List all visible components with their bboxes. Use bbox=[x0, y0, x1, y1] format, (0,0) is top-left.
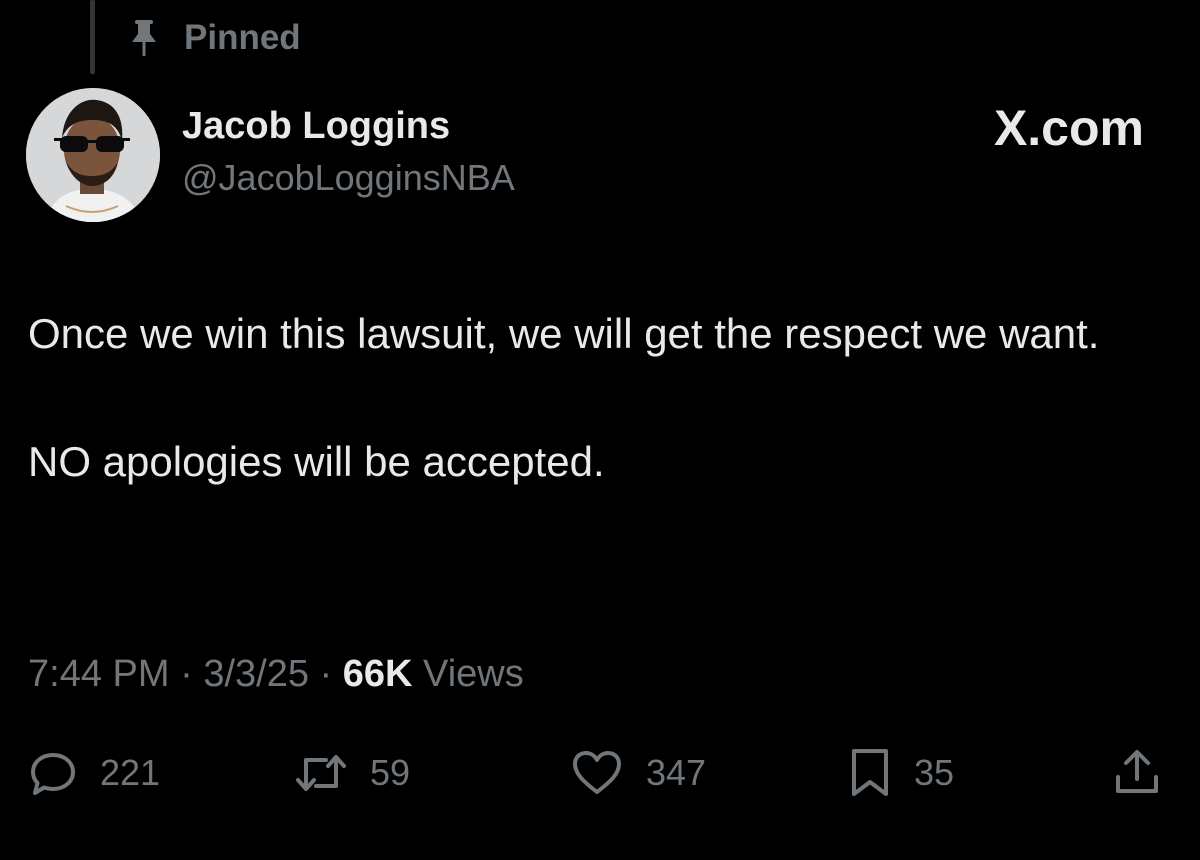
meta-separator: · bbox=[180, 653, 193, 695]
avatar[interactable] bbox=[26, 88, 160, 222]
tweet-metadata: 7:44 PM · 3/3/25 · 66K Views bbox=[28, 648, 524, 700]
reply-icon bbox=[28, 748, 78, 798]
tweet-text: Once we win this lawsuit, we will get th… bbox=[28, 302, 1168, 494]
pinned-label: Pinned bbox=[184, 18, 301, 57]
pin-icon bbox=[130, 20, 158, 56]
bookmark-count: 35 bbox=[914, 752, 955, 793]
meta-separator: · bbox=[319, 653, 333, 695]
like-button[interactable]: 347 bbox=[570, 740, 706, 806]
views-count: 66K bbox=[342, 653, 413, 695]
author-info[interactable]: Jacob Loggins @JacobLogginsNBA bbox=[182, 100, 515, 202]
share-button[interactable] bbox=[1112, 740, 1162, 806]
repost-button[interactable]: 59 bbox=[294, 740, 410, 806]
heart-icon bbox=[570, 748, 624, 798]
tweet-paragraph: Once we win this lawsuit, we will get th… bbox=[28, 310, 1100, 357]
pinned-indicator: Pinned bbox=[130, 14, 301, 62]
author-display-name[interactable]: Jacob Loggins bbox=[182, 100, 515, 152]
tweet-paragraph: NO apologies will be accepted. bbox=[28, 438, 605, 485]
repost-icon bbox=[294, 748, 348, 798]
bookmark-icon bbox=[848, 747, 892, 799]
thread-connector-line bbox=[90, 0, 95, 74]
share-icon bbox=[1112, 747, 1162, 799]
like-count: 347 bbox=[646, 752, 707, 793]
reply-count: 221 bbox=[100, 752, 161, 793]
repost-count: 59 bbox=[370, 752, 411, 793]
tweet-date[interactable]: 3/3/25 bbox=[203, 653, 309, 695]
author-handle[interactable]: @JacobLogginsNBA bbox=[182, 154, 515, 202]
views-label: Views bbox=[423, 653, 524, 695]
reply-button[interactable]: 221 bbox=[28, 740, 160, 806]
brand-watermark: X.com bbox=[993, 100, 1144, 156]
bookmark-button[interactable]: 35 bbox=[848, 740, 954, 806]
tweet-time[interactable]: 7:44 PM bbox=[28, 653, 170, 695]
action-bar: 221 59 347 35 bbox=[28, 740, 1172, 806]
